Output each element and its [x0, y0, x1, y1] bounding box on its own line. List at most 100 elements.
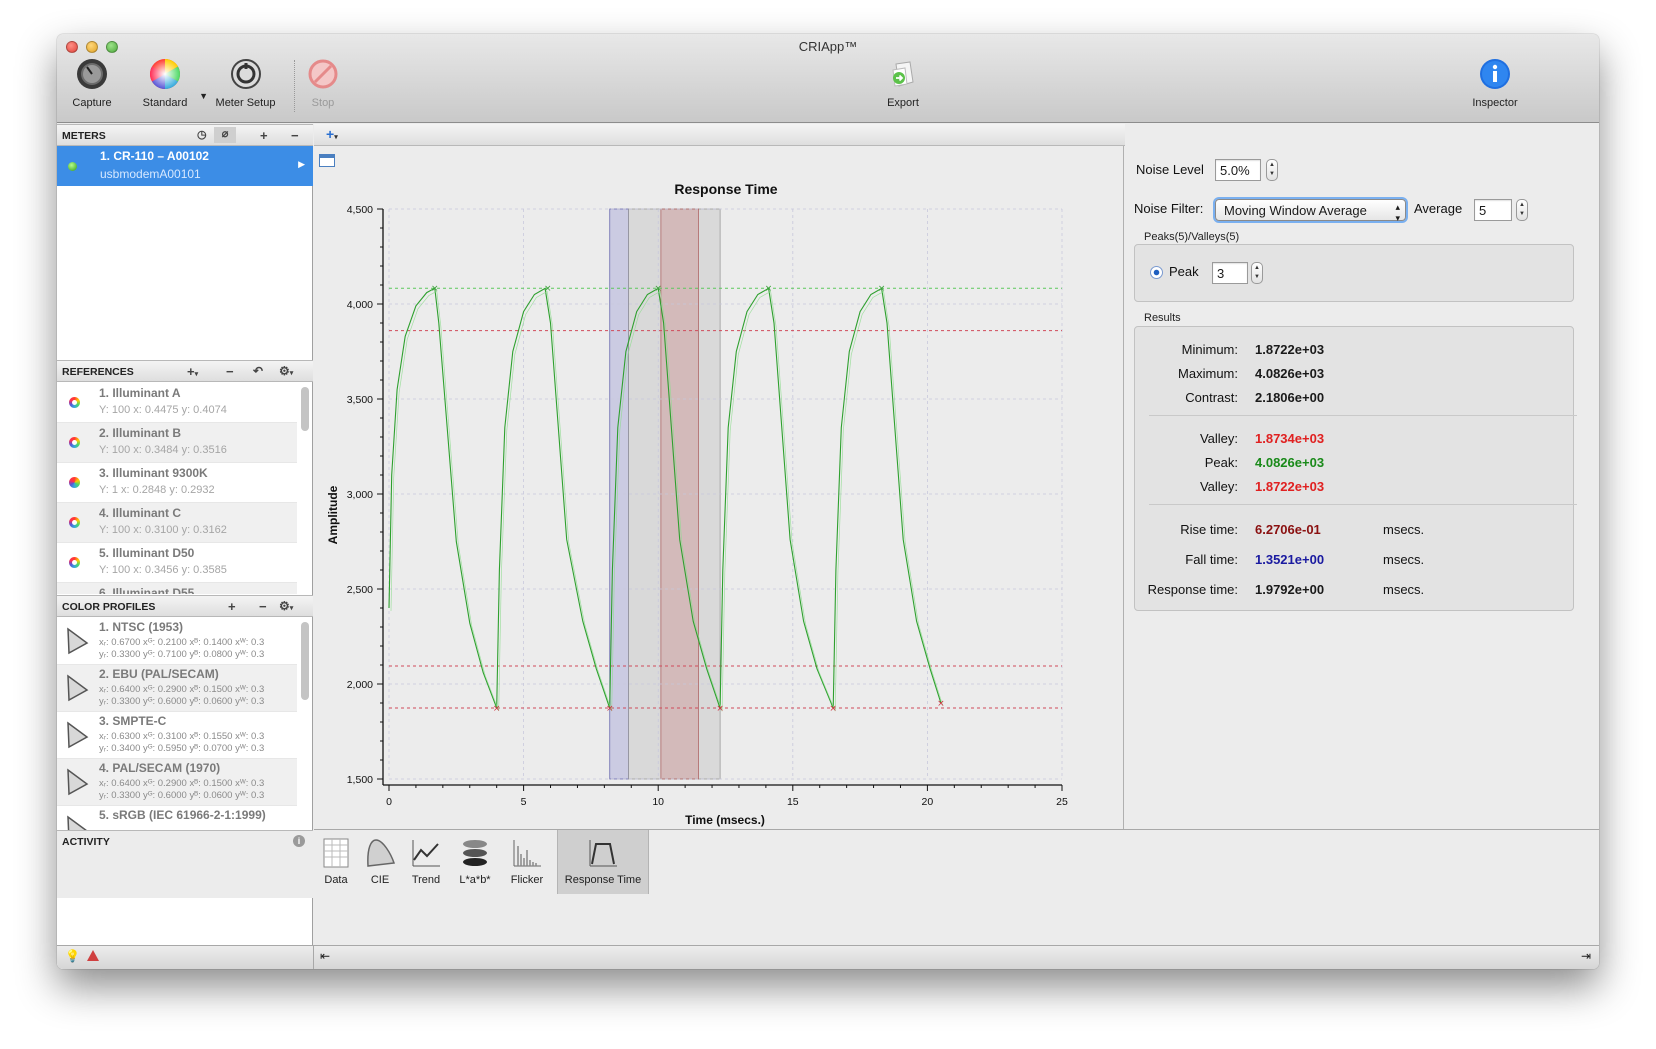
result-label: Peak: — [1204, 455, 1238, 470]
gamut-icon[interactable] — [87, 950, 99, 961]
peak-stepper[interactable]: ▲ ▼ — [1251, 262, 1263, 284]
profile-gear-icon[interactable]: ⚙▾ — [279, 599, 293, 613]
reference-item[interactable]: 3. Illuminant 9300K Y: 1 x: 0.2848 y: 0.… — [57, 463, 297, 503]
gamut-triangle-icon — [67, 815, 89, 831]
result-valley-2: Valley: 1.8722e+03 — [1135, 479, 1573, 499]
tab-response-time[interactable]: Response Time — [557, 830, 649, 894]
color-profile-item[interactable]: 3. SMPTE-C xᵣ: 0.6300 xᴳ: 0.3100 xᴮ: 0.1… — [57, 712, 297, 759]
average-field[interactable]: 5 — [1474, 199, 1512, 221]
reference-values: Y: 1 x: 0.2848 y: 0.2932 — [99, 484, 215, 496]
remove-profile-button[interactable]: − — [259, 599, 267, 614]
average-stepper[interactable]: ▲ ▼ — [1516, 199, 1528, 221]
profile-name: 3. SMPTE-C — [99, 714, 167, 728]
inspector-panel: Noise Level 5.0% ▲ ▼ Noise Filter: Moving… — [1123, 146, 1599, 829]
references-scrollbar[interactable] — [301, 387, 309, 431]
result-response-time: Response time: 1.9792e+00 msecs. — [1135, 582, 1573, 602]
remove-reference-button[interactable]: − — [226, 364, 234, 379]
tab-flicker[interactable]: Flicker — [507, 830, 547, 894]
profile-x-values: xᵣ: 0.6300 xᴳ: 0.3100 xᴮ: 0.1550 xᵂ: 0.3 — [99, 731, 265, 742]
reference-item[interactable]: 5. Illuminant D50 Y: 100 x: 0.3456 y: 0.… — [57, 543, 297, 583]
reference-gear-icon[interactable]: ⚙▾ — [279, 364, 293, 378]
x-tick-label: 0 — [386, 796, 392, 808]
disconnect-icon[interactable]: ⌀ — [214, 127, 236, 143]
reference-item[interactable]: 6. Illuminant D55 — [57, 583, 297, 594]
result-value: 4.0826e+03 — [1255, 455, 1325, 470]
profiles-scrollbar[interactable] — [301, 622, 309, 700]
reference-name: 3. Illuminant 9300K — [99, 466, 208, 480]
reference-item[interactable]: 1. Illuminant A Y: 100 x: 0.4475 y: 0.40… — [57, 383, 297, 423]
x-tick-label: 20 — [922, 796, 934, 808]
lightbulb-icon[interactable]: 💡 — [65, 949, 80, 963]
color-profile-item[interactable]: 5. sRGB (IEC 61966-2-1:1999) — [57, 806, 297, 831]
collapse-left-icon[interactable]: ⇤ — [320, 949, 330, 963]
peak-marker: × — [765, 284, 773, 294]
color-profile-item[interactable]: 1. NTSC (1953) xᵣ: 0.6700 xᴳ: 0.2100 xᴮ:… — [57, 618, 297, 665]
color-profile-item[interactable]: 4. PAL/SECAM (1970) xᵣ: 0.6400 xᴳ: 0.290… — [57, 759, 297, 806]
add-reference-button[interactable]: +▾ — [187, 364, 198, 379]
inspector-label: Inspector — [1472, 97, 1518, 109]
meter-name: 1. CR-110 – A00102 — [100, 149, 209, 163]
y-tick-label: 1,500 — [347, 774, 373, 786]
color-profiles-list: 1. NTSC (1953) xᵣ: 0.6700 xᴳ: 0.2100 xᴮ:… — [57, 618, 297, 831]
standard-button[interactable]: Standard ▼ — [125, 58, 208, 109]
disclosure-arrow-icon[interactable]: ▶ — [298, 159, 305, 170]
profile-y-values: yᵣ: 0.3300 yᴳ: 0.6000 yᴮ: 0.0600 yᵂ: 0.3 — [99, 790, 265, 801]
activity-info-icon[interactable]: i — [293, 835, 305, 847]
reference-name: 4. Illuminant C — [99, 506, 182, 520]
gamut-triangle-icon — [67, 674, 89, 702]
peak-field[interactable]: 3 — [1212, 262, 1248, 284]
color-wheel-ring-icon — [69, 397, 80, 408]
profile-y-values: yᵣ: 0.3300 yᴳ: 0.7100 yᴮ: 0.0800 yᵂ: 0.3 — [99, 649, 265, 660]
tab-lab[interactable]: L*a*b* — [455, 830, 495, 894]
remove-meter-button[interactable]: − — [291, 128, 299, 143]
meter-item-selected[interactable]: 1. CR-110 – A00102 usbmodemA00101 ▶ — [57, 146, 313, 186]
left-sidebar: METERS ◷ ⌀ + − 1. CR-110 – A00102 usbmod… — [57, 124, 313, 969]
inspector-button[interactable]: Inspector — [1455, 58, 1535, 109]
noise-level-field[interactable]: 5.0% — [1215, 159, 1261, 181]
result-label: Minimum: — [1181, 342, 1238, 357]
activity-panel: ACTIVITY i — [57, 830, 313, 898]
reference-item[interactable]: 4. Illuminant C Y: 100 x: 0.3100 y: 0.31… — [57, 503, 297, 543]
response-time-icon — [589, 840, 617, 867]
add-profile-button[interactable]: + — [228, 599, 236, 614]
color-wheel-ring-icon — [69, 557, 80, 568]
collapse-right-icon[interactable]: ⇥ — [1581, 949, 1591, 963]
capture-icon — [77, 59, 107, 89]
stop-button[interactable]: Stop — [283, 58, 363, 109]
color-profiles-header: COLOR PROFILES + − ⚙▾ — [57, 595, 313, 617]
view-tabs: Data CIE Trend L*a*b* Flicker Response T… — [314, 829, 1599, 945]
tab-data[interactable]: Data — [316, 830, 356, 894]
result-value: 1.9792e+00 — [1255, 582, 1325, 597]
color-wheel-ring-icon — [69, 517, 80, 528]
revert-icon[interactable]: ↶ — [253, 364, 263, 378]
tab-trend[interactable]: Trend — [406, 830, 446, 894]
capture-button[interactable]: Capture — [57, 58, 132, 109]
tab-cie[interactable]: CIE — [362, 830, 398, 894]
references-header-label: REFERENCES — [62, 366, 134, 378]
result-value: 1.3521e+00 — [1255, 552, 1325, 567]
result-label: Maximum: — [1178, 366, 1238, 381]
color-profile-item[interactable]: 2. EBU (PAL/SECAM) xᵣ: 0.6400 xᴳ: 0.2900… — [57, 665, 297, 712]
noise-level-stepper[interactable]: ▲ ▼ — [1266, 159, 1278, 181]
stop-label: Stop — [311, 97, 335, 109]
export-button[interactable]: Export — [863, 58, 943, 109]
reference-name: 6. Illuminant D55 — [99, 586, 195, 594]
window-title: CRIApp™ — [798, 39, 858, 54]
y-tick-label: 4,000 — [347, 299, 373, 311]
profile-y-values: yᵣ: 0.3400 yᴳ: 0.5950 yᴮ: 0.0700 yᵂ: 0.3 — [99, 743, 265, 754]
noise-filter-select[interactable]: Moving Window Average ▴ ▾ — [1215, 199, 1406, 223]
meter-setup-button[interactable]: Meter Setup — [203, 58, 288, 109]
result-rise-time: Rise time: 6.2706e-01 msecs. — [1135, 522, 1573, 542]
result-minimum: Minimum: 1.8722e+03 — [1135, 342, 1573, 362]
history-icon[interactable]: ◷ — [197, 128, 207, 141]
tab-label: Flicker — [510, 874, 544, 886]
reference-item[interactable]: 2. Illuminant B Y: 100 x: 0.3484 y: 0.35… — [57, 423, 297, 463]
color-profiles-header-label: COLOR PROFILES — [62, 601, 156, 613]
divider — [1149, 415, 1577, 416]
peaks-group: Peak 3 ▲ ▼ — [1134, 244, 1574, 302]
cie-diagram-icon — [367, 839, 395, 867]
gamut-triangle-icon — [67, 768, 89, 796]
peak-radio-button[interactable] — [1150, 266, 1163, 279]
result-valley-1: Valley: 1.8734e+03 — [1135, 431, 1573, 451]
add-meter-button[interactable]: + — [260, 128, 268, 143]
